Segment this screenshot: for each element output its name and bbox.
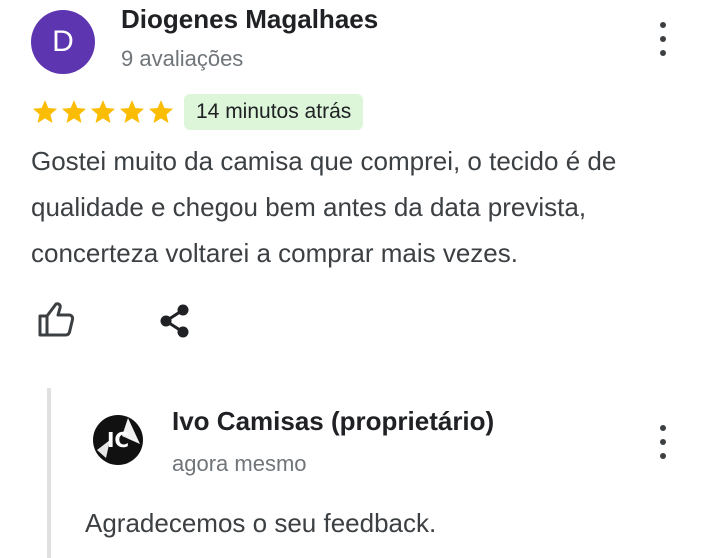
owner-reply-text: Agradecemos o seu feedback. <box>85 508 437 538</box>
thumb-up-outline-icon <box>38 302 75 337</box>
star-icon <box>90 100 116 123</box>
star-icon <box>148 100 174 123</box>
author-avatar[interactable]: D <box>31 10 95 74</box>
share-button[interactable] <box>156 302 194 340</box>
owner-logo-text: IC <box>107 428 129 452</box>
more-vert-icon-dot <box>660 50 666 56</box>
reply-divider <box>47 388 51 558</box>
more-vert-icon-dot <box>660 425 666 431</box>
more-vert-icon-dot <box>660 22 666 28</box>
more-vert-icon-dot <box>660 439 666 445</box>
review-time-badge: 14 minutos atrás <box>184 94 364 130</box>
owner-reply-time: agora mesmo <box>172 451 307 476</box>
star-icon <box>32 100 58 123</box>
more-vert-icon-dot <box>660 36 666 42</box>
like-button[interactable] <box>36 299 76 339</box>
author-name[interactable]: Diogenes Magalhaes <box>121 4 378 35</box>
review-more-options-button[interactable] <box>651 22 675 56</box>
star-icon <box>119 100 145 123</box>
owner-name[interactable]: Ivo Camisas (proprietário) <box>172 406 494 437</box>
reply-more-options-button[interactable] <box>651 425 675 459</box>
star-icon <box>61 100 87 123</box>
review-text: Gostei muito da camisa que comprei, o te… <box>31 146 617 268</box>
more-vert-icon-dot <box>660 453 666 459</box>
owner-logo[interactable]: IC <box>92 414 144 466</box>
author-review-count: 9 avaliações <box>121 46 244 71</box>
star-rating <box>31 98 175 126</box>
share-icon <box>160 304 189 338</box>
